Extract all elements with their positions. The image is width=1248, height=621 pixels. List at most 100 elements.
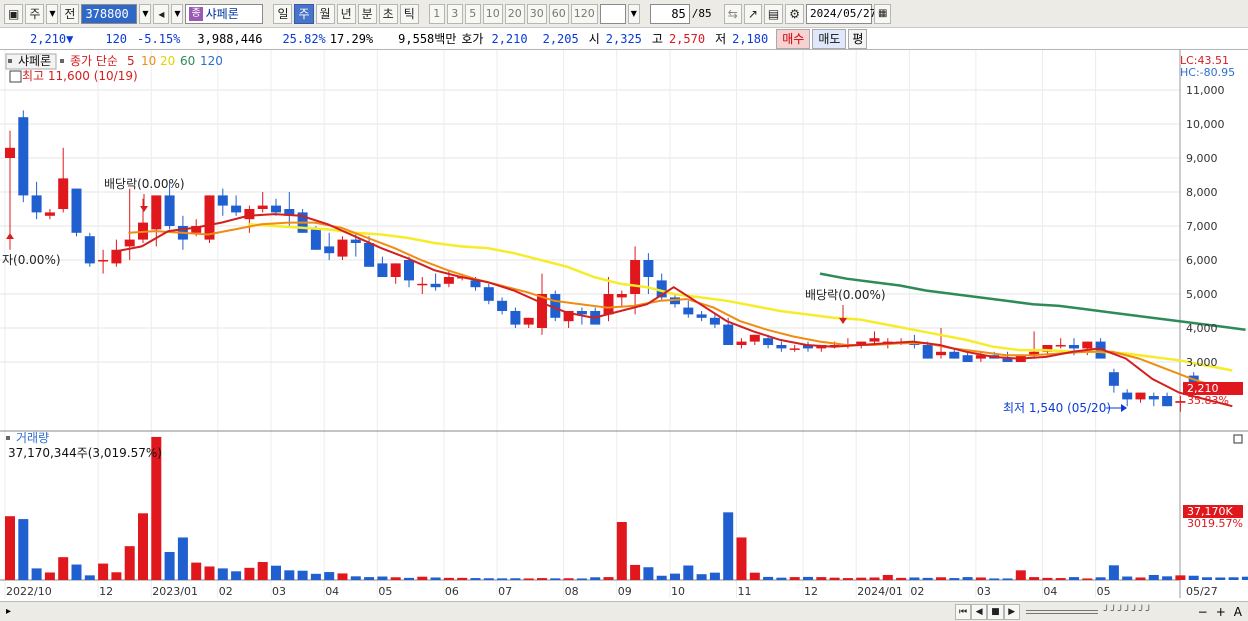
volume-bar: [177, 537, 188, 580]
x-tick-label: 03: [272, 585, 286, 598]
nav-first-button[interactable]: ⏮: [955, 603, 972, 620]
period-week[interactable]: 주: [294, 3, 314, 24]
volume-bar: [284, 570, 295, 580]
x-tick-label: 05: [378, 585, 392, 598]
candle-body: [789, 348, 800, 350]
buy-button[interactable]: 매수: [776, 28, 811, 49]
zoom-slider[interactable]: [1025, 609, 1098, 614]
candle-body: [869, 338, 880, 342]
volume-bar: [630, 564, 641, 580]
volume-bar: [789, 577, 800, 580]
nav-next-button[interactable]: ▶: [1003, 603, 1020, 620]
code-dropdown[interactable]: ▼: [139, 3, 152, 24]
interval-20[interactable]: 20: [504, 3, 525, 24]
eval-button[interactable]: 평: [848, 28, 868, 49]
ask-price: 2,210: [491, 31, 528, 46]
sell-button[interactable]: 매도: [812, 28, 847, 49]
volume-bar: [523, 578, 534, 580]
open-label: 시: [588, 32, 600, 46]
candle-body: [1122, 392, 1133, 400]
high-marker-label: 최고 11,600 (10/19): [22, 69, 138, 83]
candle-body: [443, 277, 454, 284]
period-tick[interactable]: 틱: [399, 3, 419, 24]
count-input[interactable]: 85: [649, 3, 690, 24]
volume-bar: [84, 575, 95, 580]
stock-chart[interactable]: 11,000 10,000 9,000 8,000 7,000 6,000 5,000 4,0…: [0, 50, 1248, 601]
volume-bar: [723, 512, 734, 580]
x-tick-label: 03: [977, 585, 991, 598]
candle-body: [483, 287, 494, 301]
secondary-rate: 17.29%: [329, 31, 374, 46]
volume-bar: [164, 551, 175, 580]
interval-dropdown[interactable]: ▼: [627, 3, 640, 24]
bid-price: 2,205: [542, 31, 579, 46]
high-price: 2,570: [668, 31, 706, 46]
x-tick-label: 04: [325, 585, 339, 598]
interval-30[interactable]: 30: [526, 3, 547, 24]
volume-bar: [297, 570, 308, 580]
interval-10[interactable]: 10: [482, 3, 503, 24]
link-icon[interactable]: ⇆: [723, 3, 742, 24]
date-input[interactable]: 2024/05/27: [806, 3, 876, 24]
volume-bar: [1202, 577, 1212, 580]
interval-60[interactable]: 60: [548, 3, 569, 24]
sound-icon[interactable]: ◂: [153, 3, 170, 24]
draw-icon[interactable]: ↗: [743, 3, 762, 24]
period-year[interactable]: 년: [336, 3, 356, 24]
price-tick-label: 5,000: [1186, 288, 1218, 301]
nav-stop-button[interactable]: ■: [987, 603, 1004, 620]
legend-ma5: 5: [127, 54, 135, 68]
period-main-select[interactable]: 주: [25, 3, 45, 24]
period-second[interactable]: 초: [378, 3, 398, 24]
volume-bar: [656, 575, 667, 580]
calendar-icon[interactable]: [9, 70, 22, 83]
stock-name-field[interactable]: 종 샤페론: [185, 3, 264, 24]
volume-pane-close-icon[interactable]: [1233, 434, 1243, 444]
period-minute[interactable]: 분: [357, 3, 377, 24]
nav-prev-button[interactable]: ◀: [971, 603, 988, 620]
sound-dropdown[interactable]: ▼: [171, 3, 184, 24]
chart-title-bullet: [8, 59, 12, 63]
scroll-left-icon[interactable]: ▸: [6, 606, 11, 617]
volume-bar: [1148, 574, 1159, 580]
auto-scale-button[interactable]: A: [1234, 605, 1242, 619]
price-tick-label: 11,000: [1186, 84, 1225, 97]
legend-bullet: [60, 59, 64, 63]
volume-bar: [350, 576, 361, 580]
legend-ma120: 120: [200, 54, 223, 68]
candle-body: [630, 260, 641, 294]
volume-bar: [922, 577, 933, 580]
interval-120[interactable]: 120: [570, 3, 598, 24]
stock-code-input[interactable]: 378800: [81, 3, 138, 24]
save-icon[interactable]: ▤: [763, 3, 784, 24]
zoom-tool-icons[interactable]: ╯╯╯╯╯╯╯: [1104, 606, 1194, 617]
chart-title: 샤페론: [18, 54, 51, 68]
volume-bar: [962, 577, 973, 580]
candle-body: [723, 324, 734, 345]
volume-bar: [138, 513, 148, 580]
volume-bar: [816, 577, 827, 580]
window-icon[interactable]: ▣: [4, 3, 24, 24]
period-day[interactable]: 일: [273, 3, 293, 24]
volume-bar: [603, 577, 614, 580]
volume-bar: [670, 573, 680, 580]
bottom-bar: ▸ ⏮ ◀ ■ ▶ ╯╯╯╯╯╯╯ − + A: [0, 601, 1248, 621]
period-month[interactable]: 월: [315, 3, 335, 24]
chevron-down-icon[interactable]: ▼: [46, 3, 59, 24]
gear-icon[interactable]: ⚙: [785, 3, 804, 24]
candle-body: [71, 188, 82, 233]
zoom-out-button[interactable]: −: [1198, 605, 1208, 619]
x-tick-label: 06: [445, 585, 459, 598]
volume-bar: [882, 574, 893, 580]
candle-body: [364, 243, 375, 267]
volume-bar: [483, 578, 494, 580]
interval-1[interactable]: 1: [428, 3, 445, 24]
interval-custom-input[interactable]: [599, 3, 626, 24]
interval-5[interactable]: 5: [464, 3, 481, 24]
candle-body: [936, 351, 946, 356]
prev-button[interactable]: 전: [60, 3, 80, 24]
zoom-in-button[interactable]: +: [1216, 605, 1226, 619]
interval-3[interactable]: 3: [446, 3, 463, 24]
volume-bar: [430, 577, 441, 580]
calendar-icon[interactable]: ▦: [874, 3, 892, 24]
